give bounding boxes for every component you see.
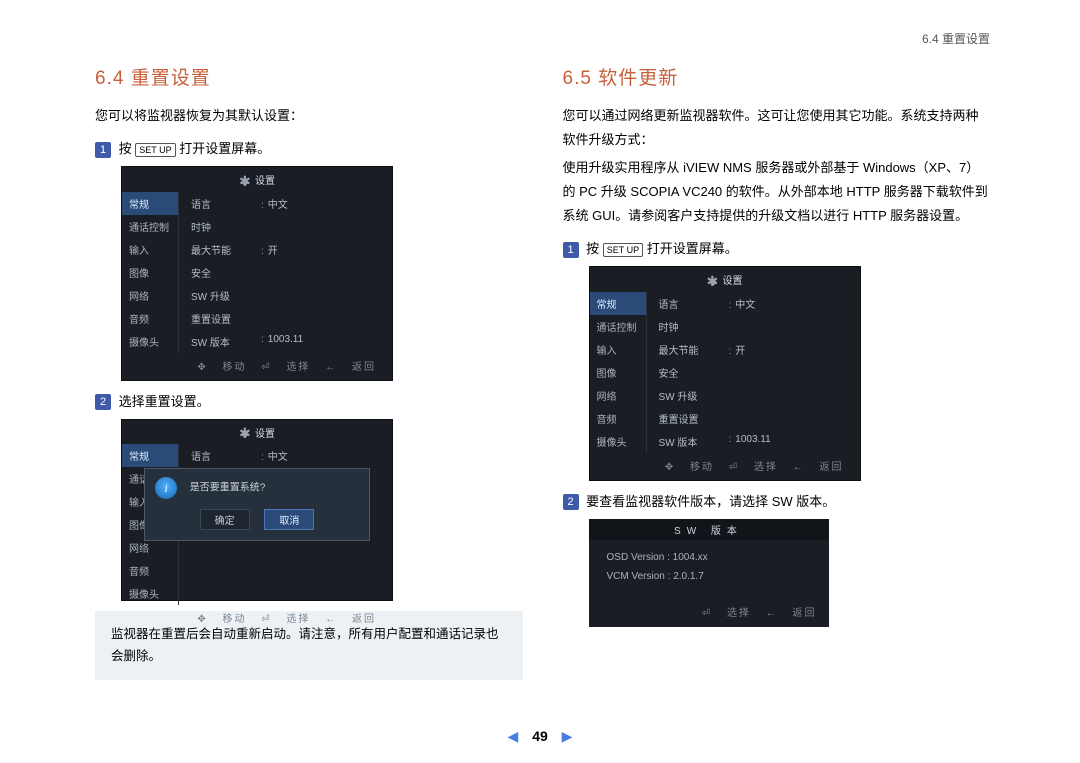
intro-6-4: 您可以将监视器恢复为其默认设置： (95, 104, 523, 128)
osd-side-item: 通话控制 (122, 215, 178, 238)
p-6-5-1: 您可以通过网络更新监视器软件。这可让您使用其它功能。系统支持两种软件升级方式： (563, 104, 991, 152)
osd-side-item: 摄像头 (122, 330, 178, 353)
setup-key-icon: SET UP (603, 243, 643, 257)
osd-side-item: 输入 (122, 238, 178, 261)
gear-icon (239, 176, 251, 188)
bullet-2-icon: 2 (95, 394, 111, 410)
step-6-4-2: 2 选择重置设置。 (95, 391, 523, 413)
cancel-button: 取消 (264, 509, 314, 530)
next-page-icon[interactable]: ▶ (552, 728, 583, 744)
confirm-dialog: i 是否要重置系统? 确定 取消 (144, 468, 370, 541)
osd-settings-screenshot-2: 设置 常规 通话控制 输入 图像 网络 音频 摄像头 语言:中文 (121, 419, 393, 601)
p-6-5-2: 使用升级实用程序从 iVIEW NMS 服务器或外部基于 Windows（XP、… (563, 156, 991, 228)
step-6-5-1: 1 按 SET UP 打开设置屏幕。 (563, 238, 991, 260)
gear-icon (707, 276, 719, 288)
osd-settings-screenshot-1: 设置 常规 通话控制 输入 图像 网络 音频 摄像头 语言:中文 时钟 最大 (121, 166, 393, 380)
pager: ◀ 49 ▶ (0, 728, 1080, 745)
bullet-1-icon: 1 (563, 242, 579, 258)
osd-side-item: 图像 (122, 261, 178, 284)
page-header-path: 6.4 重置设置 (95, 30, 990, 47)
page-number: 49 (532, 728, 548, 744)
osd-footer: ✥ 移动 ⏎ 选择 ← 返回 (122, 353, 392, 380)
osd-side-item: 网络 (122, 284, 178, 307)
bullet-1-icon: 1 (95, 142, 111, 158)
sw-version-screenshot: SW 版本 OSD Version : 1004.xx VCM Version … (589, 519, 829, 627)
info-icon: i (155, 477, 177, 499)
osd-side-item: 常规 (122, 192, 178, 215)
osd-side-item: 音频 (122, 307, 178, 330)
setup-key-icon: SET UP (135, 143, 175, 157)
left-column: 6.4 重置设置 您可以将监视器恢复为其默认设置： 1 按 SET UP 打开设… (95, 55, 523, 680)
heading-6-5: 6.5 软件更新 (563, 63, 991, 90)
ok-button: 确定 (200, 509, 250, 530)
step-6-5-2: 2 要查看监视器软件版本，请选择 SW 版本。 (563, 491, 991, 513)
gear-icon (239, 428, 251, 440)
heading-6-4: 6.4 重置设置 (95, 63, 523, 90)
bullet-2-icon: 2 (563, 494, 579, 510)
right-column: 6.5 软件更新 您可以通过网络更新监视器软件。这可让您使用其它功能。系统支持两… (563, 55, 991, 680)
prev-page-icon[interactable]: ◀ (498, 728, 529, 744)
osd-settings-screenshot-3: 设置 常规 通话控制 输入 图像 网络 音频 摄像头 语言:中文 时钟 最大 (589, 266, 861, 480)
step-6-4-1: 1 按 SET UP 打开设置屏幕。 (95, 138, 523, 160)
